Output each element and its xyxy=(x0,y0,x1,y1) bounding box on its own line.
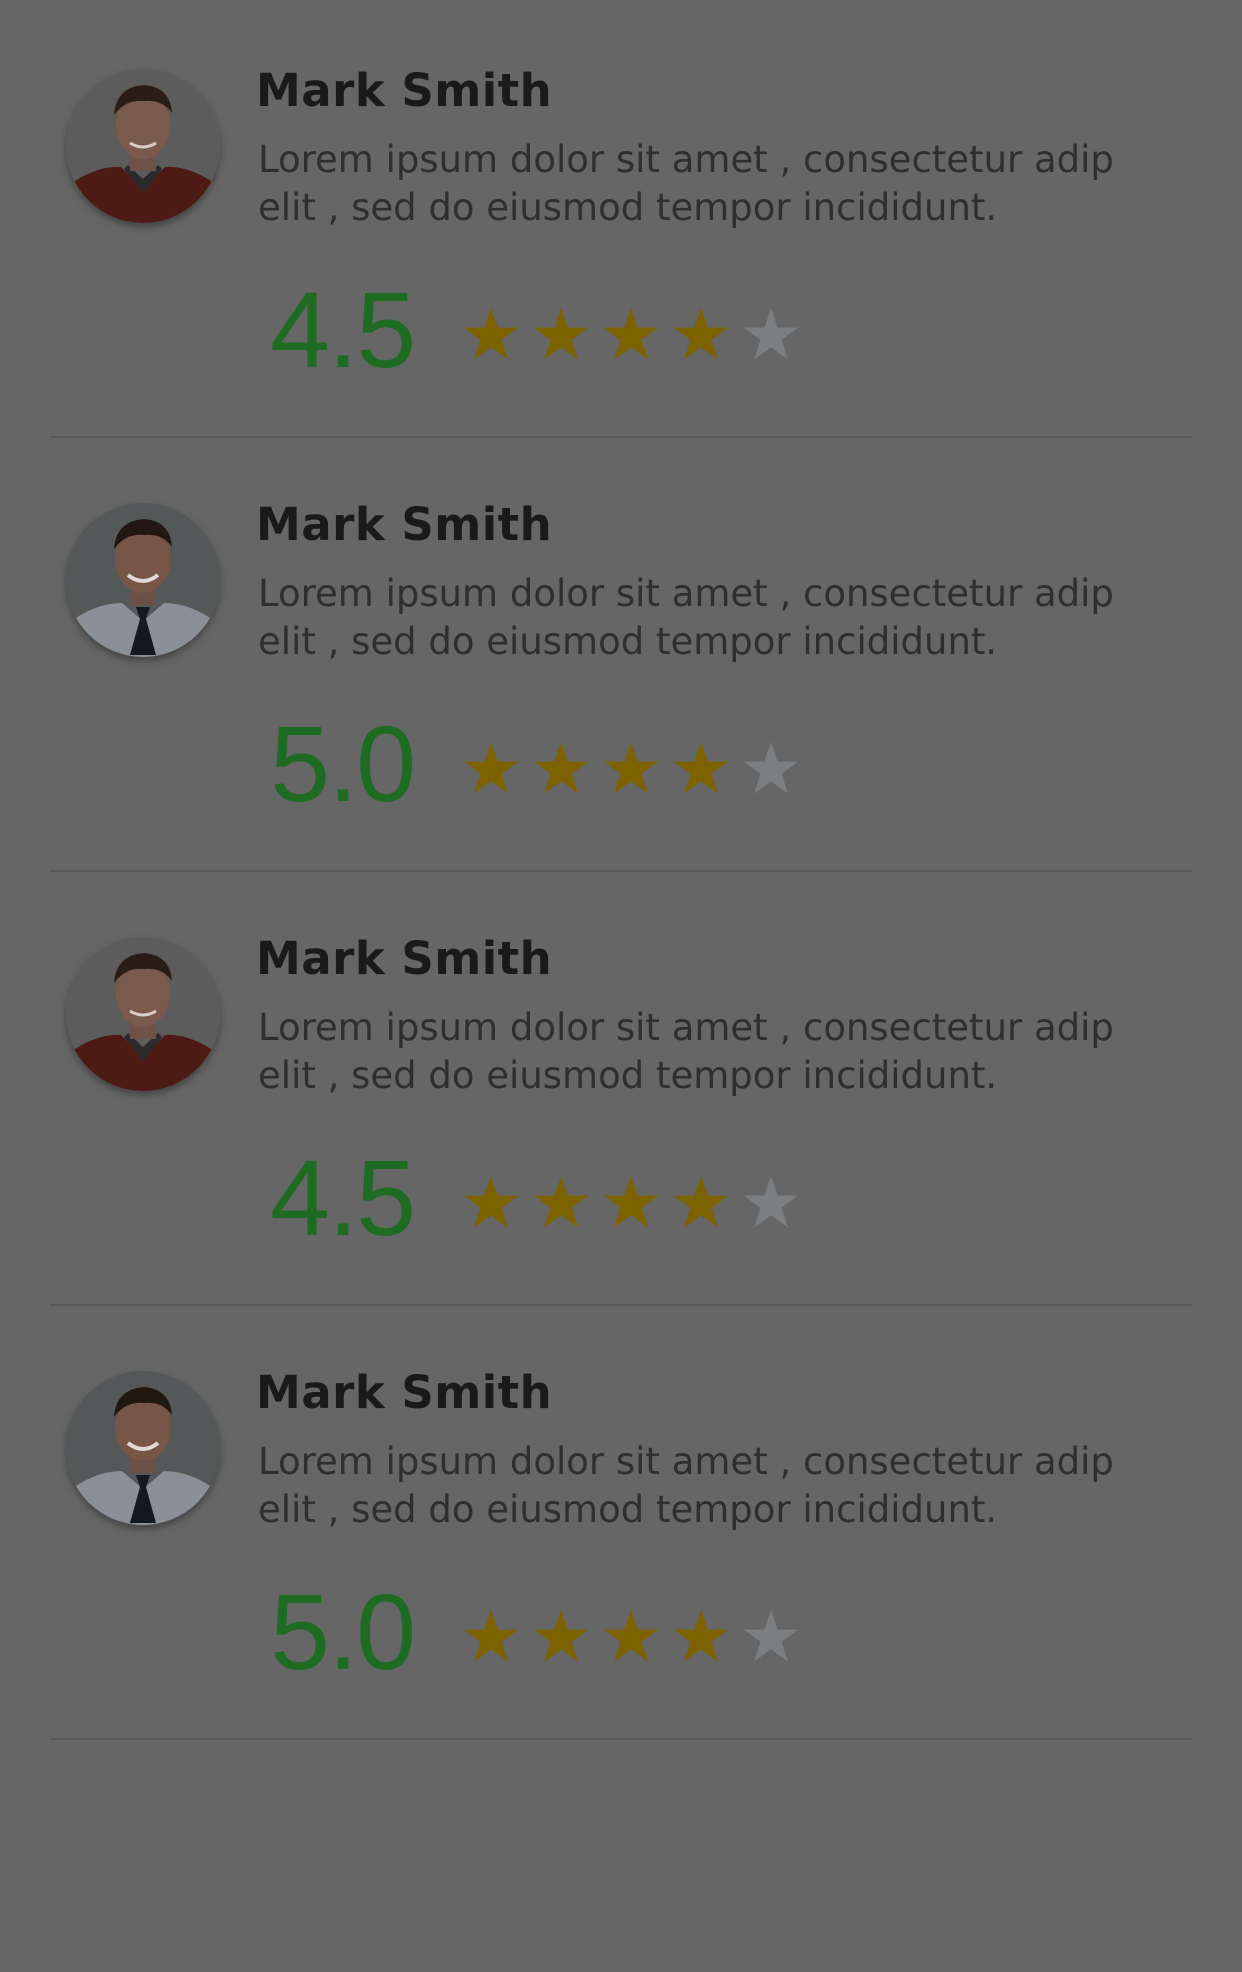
star-filled-icon[interactable] xyxy=(602,306,660,364)
avatar[interactable] xyxy=(66,1371,220,1525)
star-rating[interactable] xyxy=(462,1174,800,1244)
review-item[interactable]: Mark Smith Lorem ipsum dolor sit amet , … xyxy=(0,1302,1242,1740)
rating-score: 5.0 xyxy=(270,1571,416,1692)
star-rating[interactable] xyxy=(462,306,800,376)
star-rating[interactable] xyxy=(462,1608,800,1678)
rating-score: 4.5 xyxy=(270,269,416,390)
reviewer-name: Mark Smith xyxy=(256,1366,553,1419)
avatar-shirt-tie-image xyxy=(66,503,220,657)
star-empty-icon[interactable] xyxy=(742,740,800,798)
review-text: Lorem ipsum dolor sit amet , consectetur… xyxy=(258,1006,1114,1097)
rating-score: 5.0 xyxy=(270,703,416,824)
star-filled-icon[interactable] xyxy=(532,740,590,798)
star-filled-icon[interactable] xyxy=(462,1174,520,1232)
avatar-shirt-tie-image xyxy=(66,1371,220,1525)
star-filled-icon[interactable] xyxy=(532,1608,590,1666)
avatar-red-shirt-image xyxy=(66,69,220,223)
avatar[interactable] xyxy=(66,937,220,1091)
star-filled-icon[interactable] xyxy=(602,740,660,798)
review-text: Lorem ipsum dolor sit amet , consectetur… xyxy=(258,138,1114,229)
star-filled-icon[interactable] xyxy=(532,1174,590,1232)
avatar-red-shirt-image xyxy=(66,937,220,1091)
avatar[interactable] xyxy=(66,503,220,657)
star-filled-icon[interactable] xyxy=(602,1608,660,1666)
star-filled-icon[interactable] xyxy=(462,306,520,364)
star-empty-icon[interactable] xyxy=(742,1608,800,1666)
star-filled-icon[interactable] xyxy=(462,740,520,798)
star-filled-icon[interactable] xyxy=(672,1608,730,1666)
star-filled-icon[interactable] xyxy=(532,306,590,364)
star-empty-icon[interactable] xyxy=(742,1174,800,1232)
reviewer-name: Mark Smith xyxy=(256,932,553,985)
star-filled-icon[interactable] xyxy=(602,1174,660,1232)
star-filled-icon[interactable] xyxy=(672,1174,730,1232)
review-list: Mark Smith Lorem ipsum dolor sit amet , … xyxy=(0,0,1242,1972)
star-empty-icon[interactable] xyxy=(742,306,800,364)
star-rating[interactable] xyxy=(462,740,800,810)
review-item[interactable]: Mark Smith Lorem ipsum dolor sit amet , … xyxy=(0,0,1242,438)
divider xyxy=(50,1738,1192,1740)
review-text: Lorem ipsum dolor sit amet , consectetur… xyxy=(258,1440,1114,1531)
rating-score: 4.5 xyxy=(270,1137,416,1258)
review-item[interactable]: Mark Smith Lorem ipsum dolor sit amet , … xyxy=(0,434,1242,872)
reviewer-name: Mark Smith xyxy=(256,64,553,117)
avatar[interactable] xyxy=(66,69,220,223)
reviewer-name: Mark Smith xyxy=(256,498,553,551)
star-filled-icon[interactable] xyxy=(672,740,730,798)
review-text: Lorem ipsum dolor sit amet , consectetur… xyxy=(258,572,1114,663)
review-item[interactable]: Mark Smith Lorem ipsum dolor sit amet , … xyxy=(0,868,1242,1306)
star-filled-icon[interactable] xyxy=(672,306,730,364)
star-filled-icon[interactable] xyxy=(462,1608,520,1666)
